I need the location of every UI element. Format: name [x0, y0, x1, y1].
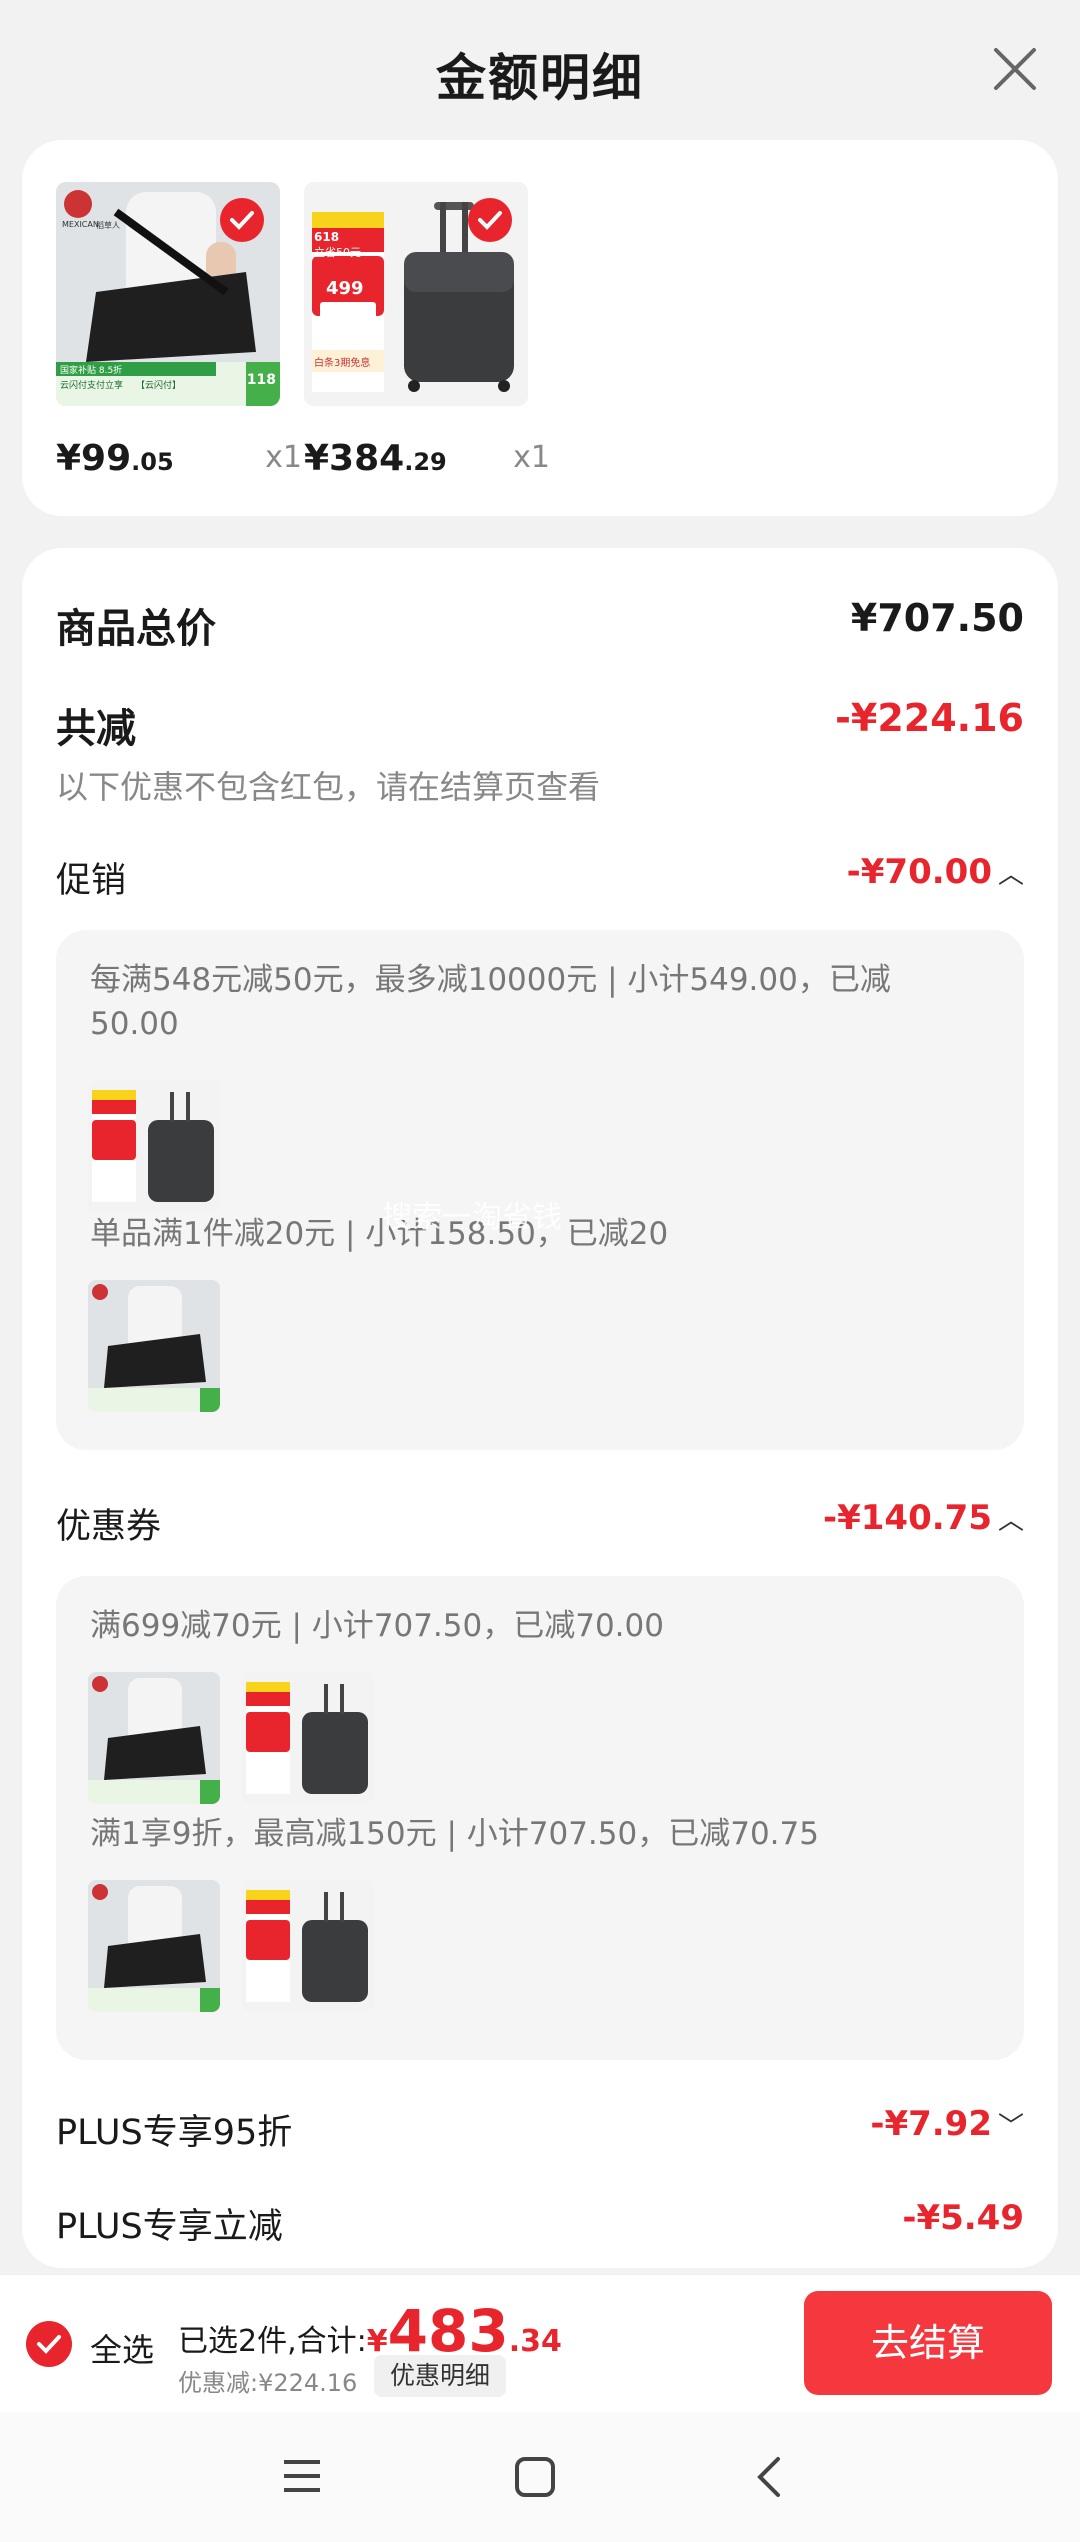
selected-check-icon[interactable] [220, 198, 264, 242]
promotion-row[interactable]: 促销 -¥70.00 ︿ [56, 852, 1024, 902]
system-nav-bar [0, 2412, 1080, 2542]
product-qty: x1 [513, 440, 550, 475]
plus-discount-label: PLUS专享95折 [56, 2113, 293, 2153]
products-card: MEXICAN 稻草人 国家补贴 8.5折 云闪付支付立享 【云闪付】 118 … [22, 140, 1058, 516]
promotion-label: 促销 [56, 861, 127, 901]
total-reduce-label: 共减 [56, 706, 136, 752]
product-price: ¥384.29 [304, 438, 447, 479]
coupon-suitcase-thumb[interactable] [242, 1672, 374, 1804]
selected-count-text: 已选2件,合计: [178, 2324, 367, 2359]
chevron-up-icon[interactable]: ︿ [998, 1506, 1024, 1536]
product-thumbnail-bag[interactable]: MEXICAN 稻草人 国家补贴 8.5折 云闪付支付立享 【云闪付】 118 [56, 182, 280, 406]
total-dec: .34 [508, 2324, 562, 2359]
coupon-rule-2: 满1享9折，最高减150元 | 小计707.50，已减70.75 [90, 1816, 819, 1852]
coupon-row[interactable]: 优惠券 -¥140.75 ︿ [56, 1498, 1024, 1548]
total-reduce-value: -¥224.16 [835, 696, 1024, 740]
discount-summary: 优惠减:¥224.16 [178, 2369, 358, 2397]
coupon-label: 优惠券 [56, 1507, 162, 1547]
promotion-rule-1: 每满548元减50元，最多减10000元 | 小计549.00，已减50.00 [90, 962, 891, 1042]
reduce-note: 以下优惠不包含红包，请在结算页查看 [56, 768, 601, 806]
total-symbol: ¥ [366, 2324, 388, 2359]
bag-brand-cn-text: 稻草人 [96, 221, 120, 230]
promo-suitcase-thumb[interactable] [88, 1080, 220, 1212]
price-dec: .29 [404, 448, 447, 476]
suitcase-price-tag: 499 [326, 278, 364, 299]
promotion-value[interactable]: -¥70.00 ︿ [847, 852, 1024, 892]
close-icon[interactable] [990, 44, 1040, 94]
bag-promo2-text: 云闪付支付立享 [60, 381, 124, 391]
promotion-detail-box: 每满548元减50元，最多减10000元 | 小计549.00，已减50.00 … [56, 930, 1024, 1450]
watermark-text: 搜索一淘省钱 [382, 1200, 562, 1235]
plus-discount-value[interactable]: -¥7.92 ﹀ [870, 2104, 1024, 2144]
header: 金额明细 [0, 0, 1080, 140]
product-price: ¥99.05 [56, 438, 174, 479]
total-reduce-row: 共减 -¥224.16 [56, 696, 1024, 756]
suitcase-618-text: 618 [314, 230, 340, 244]
plus-instant-label: PLUS专享立减 [56, 2207, 283, 2247]
page-title: 金额明细 [436, 49, 644, 107]
chevron-up-icon[interactable]: ︿ [998, 860, 1024, 890]
bag-promo-text: 国家补贴 8.5折 [60, 366, 123, 376]
select-all-check-icon[interactable] [26, 2321, 72, 2367]
price-dec: .05 [131, 448, 174, 476]
bag-price-tag: 118 [246, 372, 276, 388]
product-thumbnail-suitcase[interactable]: 618 立省50元 499 白条3期免息 [304, 182, 528, 406]
plus-instant-value: -¥5.49 [902, 2198, 1024, 2238]
coupon-value[interactable]: -¥140.75 ︿ [823, 1498, 1024, 1538]
price-int: ¥384 [304, 438, 405, 479]
promotion-amount: -¥70.00 [846, 852, 992, 892]
coupon-suitcase-thumb[interactable] [242, 1880, 374, 2012]
home-icon[interactable] [514, 2456, 556, 2498]
plus-instant-row: PLUS专享立减 -¥5.49 [56, 2198, 1024, 2248]
plus-discount-row[interactable]: PLUS专享95折 -¥7.92 ﹀ [56, 2104, 1024, 2154]
menu-icon[interactable] [282, 2456, 322, 2496]
product-item-suitcase[interactable]: 618 立省50元 499 白条3期免息 ¥384.29 x1 [304, 182, 550, 479]
plus-discount-amount: -¥7.92 [870, 2104, 992, 2144]
coupon-detail-box: 满699减70元 | 小计707.50，已减70.00 满1享9折，最高减150… [56, 1576, 1024, 2060]
coupon-amount: -¥140.75 [823, 1498, 992, 1538]
discount-detail-button[interactable]: 优惠明细 [374, 2355, 507, 2397]
checkout-bar: 全选 已选2件,合计:¥483.34 优惠减:¥224.16 优惠明细 去结算 [0, 2274, 1080, 2412]
checkout-button[interactable]: 去结算 [804, 2291, 1052, 2395]
product-qty: x1 [265, 440, 302, 475]
select-all-label[interactable]: 全选 [90, 2325, 154, 2371]
total-price-row: 商品总价 ¥707.50 [56, 596, 1024, 656]
coupon-bag-thumb[interactable] [88, 1880, 220, 2012]
selected-check-icon[interactable] [468, 198, 512, 242]
bag-brand-text: MEXICAN [62, 220, 99, 229]
back-icon[interactable] [750, 2456, 790, 2498]
suitcase-free-text: 白条3期免息 [314, 358, 371, 369]
suitcase-promo-text: 立省50元 [314, 246, 361, 259]
chevron-down-icon[interactable]: ﹀ [998, 2112, 1024, 2142]
selected-summary: 已选2件,合计:¥483.34 [178, 2297, 562, 2365]
product-item-bag[interactable]: MEXICAN 稻草人 国家补贴 8.5折 云闪付支付立享 【云闪付】 118 … [56, 182, 302, 479]
total-price-label: 商品总价 [56, 606, 216, 652]
coupon-rule-1: 满699减70元 | 小计707.50，已减70.00 [90, 1608, 664, 1644]
total-price-value: ¥707.50 [850, 596, 1024, 640]
price-detail-card: 商品总价 ¥707.50 共减 -¥224.16 以下优惠不包含红包，请在结算页… [22, 548, 1058, 2268]
price-int: ¥99 [56, 438, 132, 479]
promo-bag-thumb[interactable] [88, 1280, 220, 1412]
bag-promo3-text: 【云闪付】 [136, 381, 182, 391]
coupon-bag-thumb[interactable] [88, 1672, 220, 1804]
